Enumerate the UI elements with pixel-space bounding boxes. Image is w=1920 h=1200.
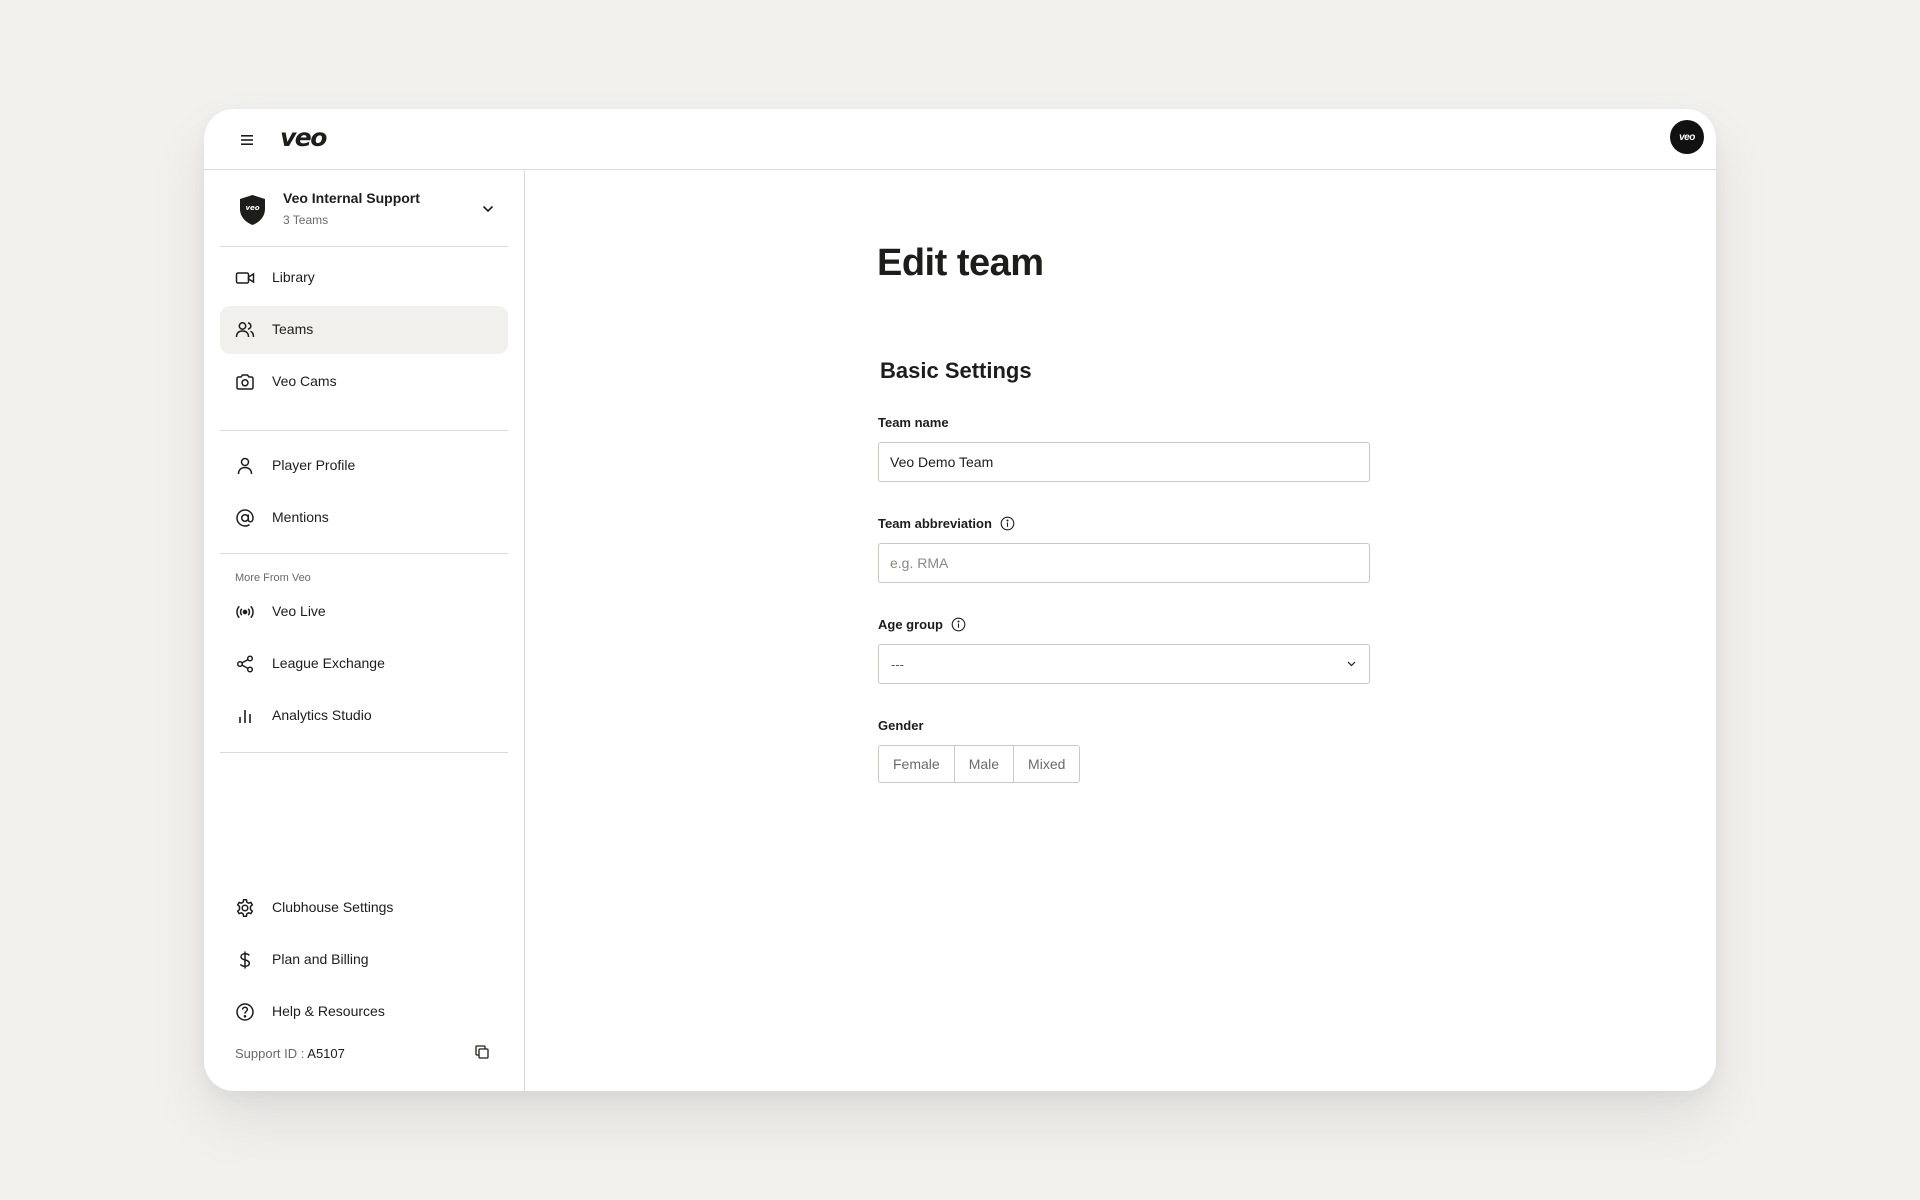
hamburger-menu-icon[interactable]: [236, 131, 258, 149]
page-title: Edit team: [877, 242, 1044, 284]
sidebar-item-label: Mentions: [272, 509, 329, 525]
sidebar-item-label: Library: [272, 269, 315, 285]
sidebar-item-league-exchange[interactable]: League Exchange: [220, 640, 508, 688]
video-camera-icon: [235, 272, 255, 284]
team-abbreviation-input[interactable]: [878, 543, 1370, 583]
club-team-count: 3 Teams: [283, 213, 329, 227]
team-name-label: Team name: [878, 415, 949, 430]
sidebar-divider: [220, 553, 508, 554]
age-group-label-text: Age group: [878, 617, 943, 632]
club-switcher[interactable]: veo Veo Internal Support 3 Teams: [220, 170, 508, 247]
age-group-label: Age group: [878, 617, 966, 632]
sidebar-item-label: Veo Live: [272, 603, 326, 619]
sidebar-item-library[interactable]: Library: [220, 254, 508, 302]
sidebar-item-clubhouse-settings[interactable]: Clubhouse Settings: [220, 884, 508, 932]
sidebar-item-analytics-studio[interactable]: Analytics Studio: [220, 692, 508, 740]
gender-option-male[interactable]: Male: [954, 746, 1015, 782]
main-content: Edit team Basic Settings Team name Team …: [525, 170, 1716, 1091]
sidebar-item-veo-live[interactable]: Veo Live: [220, 588, 508, 636]
sidebar-item-player-profile[interactable]: Player Profile: [220, 442, 508, 490]
help-circle-icon: [236, 1003, 254, 1021]
sidebar-item-label: Plan and Billing: [272, 951, 369, 967]
at-sign-icon: [236, 509, 254, 527]
user-avatar[interactable]: veo: [1670, 120, 1704, 154]
top-bar: veo veo: [204, 109, 1716, 170]
sidebar: veo Veo Internal Support 3 Teams Library…: [204, 170, 525, 1091]
bar-chart-icon: [239, 710, 251, 723]
sidebar-item-teams[interactable]: Teams: [220, 306, 508, 354]
copy-icon[interactable]: [474, 1044, 490, 1060]
camera-icon: [236, 374, 254, 390]
gender-option-mixed[interactable]: Mixed: [1014, 746, 1080, 782]
sidebar-item-label: League Exchange: [272, 655, 385, 671]
section-title: Basic Settings: [880, 358, 1032, 383]
team-name-label-text: Team name: [878, 415, 949, 430]
team-abbreviation-label: Team abbreviation: [878, 516, 1015, 531]
sidebar-item-mentions[interactable]: Mentions: [220, 494, 508, 542]
gender-label-text: Gender: [878, 718, 924, 733]
sidebar-divider: [220, 430, 508, 431]
club-name: Veo Internal Support: [283, 190, 420, 206]
chevron-down-icon: [1347, 661, 1356, 667]
app-window: veo veo veo Veo Internal Support 3 Teams…: [204, 109, 1716, 1091]
team-name-input[interactable]: [878, 442, 1370, 482]
club-shield-text: veo: [245, 204, 259, 212]
veo-logo[interactable]: veo: [280, 123, 327, 152]
age-group-select[interactable]: ---: [878, 644, 1370, 684]
more-from-veo-heading: More From Veo: [235, 572, 311, 584]
broadcast-icon: [236, 605, 254, 619]
sidebar-item-veo-cams[interactable]: Veo Cams: [220, 358, 508, 406]
gender-segmented-control: Female Male Mixed: [878, 745, 1081, 783]
share-icon: [236, 655, 254, 673]
support-id-label: Support ID: [235, 1046, 298, 1061]
gear-icon: [236, 899, 254, 917]
support-id: Support ID : A5107: [235, 1046, 345, 1061]
info-icon[interactable]: [951, 617, 966, 632]
club-shield-icon: veo: [240, 195, 265, 225]
sidebar-item-label: Player Profile: [272, 457, 356, 473]
dollar-icon: [239, 951, 251, 969]
support-id-value: A5107: [307, 1046, 345, 1061]
sidebar-item-label: Clubhouse Settings: [272, 899, 394, 915]
sidebar-item-label: Analytics Studio: [272, 707, 372, 723]
info-icon[interactable]: [1000, 516, 1015, 531]
user-icon: [237, 457, 253, 475]
support-id-separator: :: [297, 1046, 308, 1061]
sidebar-divider: [220, 752, 508, 753]
sidebar-item-label: Teams: [272, 321, 314, 337]
age-group-selected-value: ---: [891, 657, 904, 672]
chevron-down-icon: [482, 205, 494, 213]
sidebar-item-help-resources[interactable]: Help & Resources: [220, 988, 508, 1036]
sidebar-item-label: Help & Resources: [272, 1003, 385, 1019]
gender-option-female[interactable]: Female: [879, 746, 955, 782]
sidebar-item-plan-and-billing[interactable]: Plan and Billing: [220, 936, 508, 984]
sidebar-item-label: Veo Cams: [272, 373, 337, 389]
gender-label: Gender: [878, 718, 924, 733]
team-abbreviation-label-text: Team abbreviation: [878, 516, 992, 531]
users-icon: [235, 322, 255, 338]
